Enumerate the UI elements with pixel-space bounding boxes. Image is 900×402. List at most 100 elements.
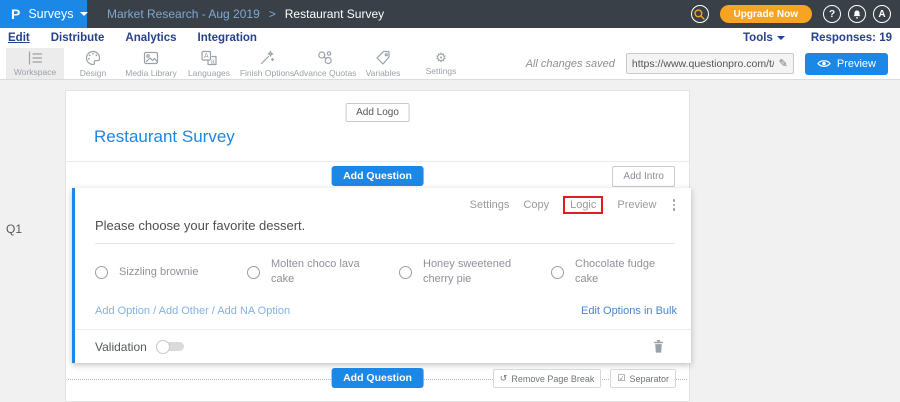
chevron-down-icon: [777, 36, 785, 40]
question-card: Settings Copy Logic Preview Please choos…: [72, 188, 691, 363]
add-intro-button[interactable]: Add Intro: [612, 166, 675, 187]
survey-title[interactable]: Restaurant Survey: [94, 127, 235, 147]
option-label: Molten choco lava cake: [271, 257, 373, 287]
link-separator: /: [150, 305, 159, 317]
edit-options-in-bulk-link[interactable]: Edit Options in Bulk: [581, 305, 677, 317]
save-status: All changes saved: [526, 58, 615, 70]
upgrade-now-button[interactable]: Upgrade Now: [720, 5, 812, 23]
topbar-actions: Upgrade Now ? A: [691, 5, 900, 23]
breadcrumb-separator: >: [269, 7, 276, 21]
survey-url-box: ✎: [626, 53, 794, 74]
toolbar-variables[interactable]: Variables: [354, 48, 412, 79]
breadcrumb-parent[interactable]: Market Research - Aug 2019: [107, 7, 260, 21]
topbar: P Surveys Market Research - Aug 2019 > R…: [0, 0, 900, 28]
survey-card: Add Logo Restaurant Survey Add Question …: [65, 90, 690, 402]
tools-menu[interactable]: Tools: [743, 32, 785, 44]
option-chocolate-fudge-cake[interactable]: Chocolate fudge cake: [551, 254, 703, 290]
radio-icon[interactable]: [95, 266, 108, 279]
add-links: Add Option / Add Other / Add NA Option: [95, 305, 290, 317]
bell-icon: [852, 9, 862, 20]
add-na-option-link[interactable]: Add NA Option: [217, 305, 290, 317]
svg-text:a: a: [211, 58, 215, 65]
survey-editor-page: Q1 Add Logo Restaurant Survey Add Questi…: [0, 80, 900, 402]
add-question-button-top[interactable]: Add Question: [331, 166, 424, 186]
breadcrumb-current: Restaurant Survey: [285, 7, 384, 21]
separator-toggle-button[interactable]: ☑ Separator: [610, 369, 676, 388]
add-option-link[interactable]: Add Option: [95, 305, 150, 317]
option-sizzling-brownie[interactable]: Sizzling brownie: [95, 254, 247, 290]
remove-page-break-label: Remove Page Break: [511, 374, 594, 384]
toolbar-languages[interactable]: Aa Languages: [180, 48, 238, 79]
toolbar-items: Workspace Design Media Library Aa Langua…: [6, 48, 470, 79]
remove-page-break-button[interactable]: ↺ Remove Page Break: [493, 369, 602, 388]
preview-label: Preview: [837, 58, 876, 70]
survey-url-input[interactable]: [627, 58, 779, 70]
chevron-down-icon: [80, 12, 88, 16]
validation-toggle[interactable]: [156, 340, 186, 354]
magic-wand-icon: [259, 50, 275, 66]
radio-icon[interactable]: [551, 266, 564, 279]
trash-icon: [652, 339, 665, 354]
validation-label: Validation: [95, 340, 147, 354]
separator-label: Separator: [629, 374, 669, 384]
nav-integration[interactable]: Integration: [198, 32, 257, 44]
toolbar-workspace[interactable]: Workspace: [6, 48, 64, 79]
tools-label: Tools: [743, 32, 773, 44]
gear-icon: ⚙: [435, 51, 447, 64]
add-other-link[interactable]: Add Other: [159, 305, 209, 317]
option-honey-sweetened-cherry-pie[interactable]: Honey sweetened cherry pie: [399, 254, 551, 290]
radio-icon[interactable]: [399, 266, 412, 279]
notifications-button[interactable]: [848, 5, 866, 23]
option-label: Honey sweetened cherry pie: [423, 257, 525, 287]
pencil-icon[interactable]: ✎: [779, 57, 793, 70]
toolbar-finish-options[interactable]: Finish Options: [238, 48, 296, 79]
image-icon: [143, 50, 159, 66]
toolbar-settings[interactable]: ⚙ Settings: [412, 48, 470, 79]
nav-edit[interactable]: Edit: [8, 32, 30, 44]
question-settings-button[interactable]: Settings: [470, 199, 510, 211]
toolbar-item-label: Languages: [188, 68, 230, 78]
quotas-icon: [317, 50, 333, 66]
option-links-row: Add Option / Add Other / Add NA Option E…: [95, 305, 677, 317]
page-break-controls: ↺ Remove Page Break ☑ Separator: [493, 369, 676, 388]
avatar[interactable]: A: [873, 5, 891, 23]
option-label: Chocolate fudge cake: [575, 257, 677, 287]
kebab-menu-icon[interactable]: [671, 197, 678, 213]
add-question-row: Add Question Add Intro: [66, 161, 689, 190]
toolbar-media-library[interactable]: Media Library: [122, 48, 180, 79]
tag-icon: [375, 50, 391, 66]
questionpro-logo: P: [11, 6, 20, 22]
option-molten-choco-lava-cake[interactable]: Molten choco lava cake: [247, 254, 399, 290]
refresh-icon: ↺: [500, 373, 508, 384]
nav-analytics[interactable]: Analytics: [125, 32, 176, 44]
option-label: Sizzling brownie: [119, 265, 221, 280]
main-nav: Edit Distribute Analytics Integration To…: [0, 28, 900, 48]
help-button[interactable]: ?: [823, 5, 841, 23]
question-logic-button[interactable]: Logic: [563, 196, 603, 214]
toolbar-item-label: Workspace: [14, 67, 56, 77]
toolbar-design[interactable]: Design: [64, 48, 122, 79]
product-label: Surveys: [28, 7, 73, 21]
toggle-knob: [156, 340, 170, 354]
toolbar-advance-quotas[interactable]: Advance Quotas: [296, 48, 354, 79]
toolbar-item-label: Settings: [426, 66, 457, 76]
edit-toolbar: Workspace Design Media Library Aa Langua…: [0, 48, 900, 80]
preview-button[interactable]: Preview: [805, 53, 888, 75]
question-text[interactable]: Please choose your favorite dessert.: [95, 218, 675, 244]
radio-icon[interactable]: [247, 266, 260, 279]
search-icon: [693, 8, 706, 21]
eye-icon: [817, 58, 831, 69]
responses-count[interactable]: Responses: 19: [811, 32, 892, 44]
translate-icon: Aa: [201, 50, 217, 66]
question-toolbar: Settings Copy Logic Preview: [470, 197, 677, 213]
breadcrumb: Market Research - Aug 2019 > Restaurant …: [107, 7, 384, 21]
surveys-menu[interactable]: P Surveys: [0, 0, 87, 28]
nav-distribute[interactable]: Distribute: [51, 32, 105, 44]
toolbar-right: All changes saved ✎ Preview: [526, 53, 900, 75]
add-logo-button[interactable]: Add Logo: [345, 103, 410, 122]
question-preview-button[interactable]: Preview: [617, 199, 656, 211]
search-button[interactable]: [691, 5, 709, 23]
delete-question-button[interactable]: [652, 339, 665, 354]
add-question-button-bottom[interactable]: Add Question: [331, 368, 424, 388]
question-copy-button[interactable]: Copy: [523, 199, 549, 211]
